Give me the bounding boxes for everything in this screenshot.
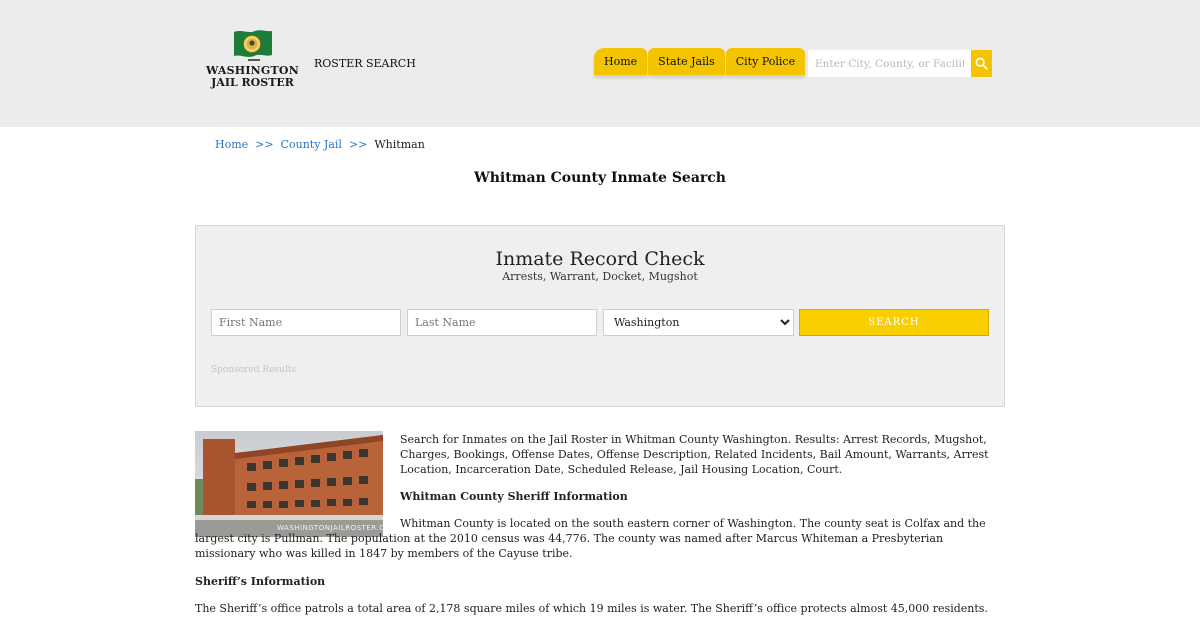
state-select[interactable]: Washington [603,309,794,336]
site-search-button[interactable] [971,50,992,77]
washington-flag-icon [233,30,272,61]
breadcrumb-separator: >> [255,138,274,151]
site-logo[interactable]: WASHINGTON JAIL ROSTER [205,28,300,100]
breadcrumb-separator: >> [348,138,368,151]
patrol-paragraph: The Sheriff’s office patrols a total are… [195,602,988,615]
logo-text-jail-roster: JAIL ROSTER [211,76,294,89]
main-nav: Home State Jails City Police [594,48,806,75]
breadcrumb-county-jail[interactable]: County Jail [281,138,342,151]
nav-city-police[interactable]: City Police [725,48,806,75]
breadcrumb-current: Whitman [374,138,425,151]
record-search-button[interactable]: SEARCH [799,309,989,336]
search-icon [975,57,988,70]
nav-home[interactable]: Home [594,48,648,75]
page-title: Whitman County Inmate Search [474,170,726,186]
nav-state-jails[interactable]: State Jails [648,48,725,75]
site-header: WASHINGTON JAIL ROSTER ROSTER SEARCH Hom… [0,0,1200,127]
sponsored-results-label: Sponsored Results [211,365,297,375]
intro-paragraph: Search for Inmates on the Jail Roster in… [400,433,989,476]
sheriff-info-heading: Sheriff’s Information [195,575,326,588]
site-search-input[interactable] [808,50,971,77]
last-name-input[interactable] [407,309,597,336]
roster-search-link[interactable]: ROSTER SEARCH [314,57,416,70]
site-search [808,50,992,77]
breadcrumb: Home >> County Jail >> Whitman [215,138,425,151]
sheriff-heading: Whitman County Sheriff Information [400,490,628,503]
record-check-title: Inmate Record Check [495,248,705,270]
inmate-record-check: Inmate Record Check Arrests, Warrant, Do… [195,225,1005,407]
record-check-subtitle: Arrests, Warrant, Docket, Mugshot [502,270,698,283]
county-paragraph: Whitman County is located on the south e… [195,517,986,560]
first-name-input[interactable] [211,309,401,336]
breadcrumb-home[interactable]: Home [215,138,248,151]
